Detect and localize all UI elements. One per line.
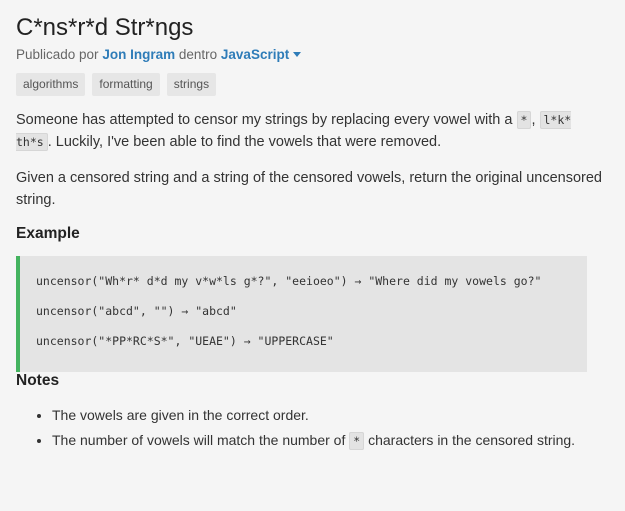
tag-formatting[interactable]: formatting	[92, 73, 160, 96]
description-text: ,	[531, 112, 536, 128]
byline-prefix: Publicado por	[16, 47, 99, 62]
description-paragraph-2: Given a censored string and a string of …	[16, 170, 602, 208]
author-link[interactable]: Jon Ingram	[102, 47, 175, 62]
description-paragraph-1: Someone has attempted to censor my strin…	[16, 109, 609, 153]
byline-middle: dentro	[178, 47, 218, 62]
tag-algorithms[interactable]: algorithms	[16, 73, 86, 96]
example-code-block: uncensor("Wh*r* d*d my v*w*ls g*?", "eei…	[16, 256, 587, 372]
challenge-page: C*ns*r*d Str*ngs Publicado por Jon Ingra…	[0, 0, 625, 454]
page-title: C*ns*r*d Str*ngs	[16, 14, 194, 41]
inline-code: *	[349, 432, 365, 450]
notes-heading: Notes	[16, 372, 60, 389]
example-line: uncensor("*PP*RC*S*", "UEAE") → "UPPERCA…	[36, 334, 334, 348]
notes-list: The vowels are given in the correct orde…	[16, 403, 609, 454]
example-heading: Example	[16, 225, 80, 242]
description-text: . Luckily, I've been able to find the vo…	[47, 134, 442, 150]
challenge-description: Someone has attempted to censor my strin…	[16, 109, 609, 211]
note-text: characters in the censored string.	[368, 432, 576, 448]
example-line: uncensor("abcd", "") → "abcd"	[36, 304, 237, 318]
language-dropdown[interactable]: JavaScript	[220, 47, 302, 62]
language-label: JavaScript	[220, 47, 290, 62]
tag-list: algorithms formatting strings	[16, 73, 609, 96]
note-item: The number of vowels will match the numb…	[52, 428, 609, 454]
byline: Publicado por Jon Ingram dentro JavaScri…	[16, 46, 609, 64]
tag-strings[interactable]: strings	[166, 73, 217, 96]
note-text: The number of vowels will match the numb…	[52, 432, 346, 448]
note-item: The vowels are given in the correct orde…	[52, 403, 609, 428]
description-text: Someone has attempted to censor my strin…	[16, 112, 513, 128]
inline-code: *	[516, 111, 532, 129]
example-line: uncensor("Wh*r* d*d my v*w*ls g*?", "eei…	[36, 274, 542, 288]
caret-down-icon	[293, 52, 302, 57]
